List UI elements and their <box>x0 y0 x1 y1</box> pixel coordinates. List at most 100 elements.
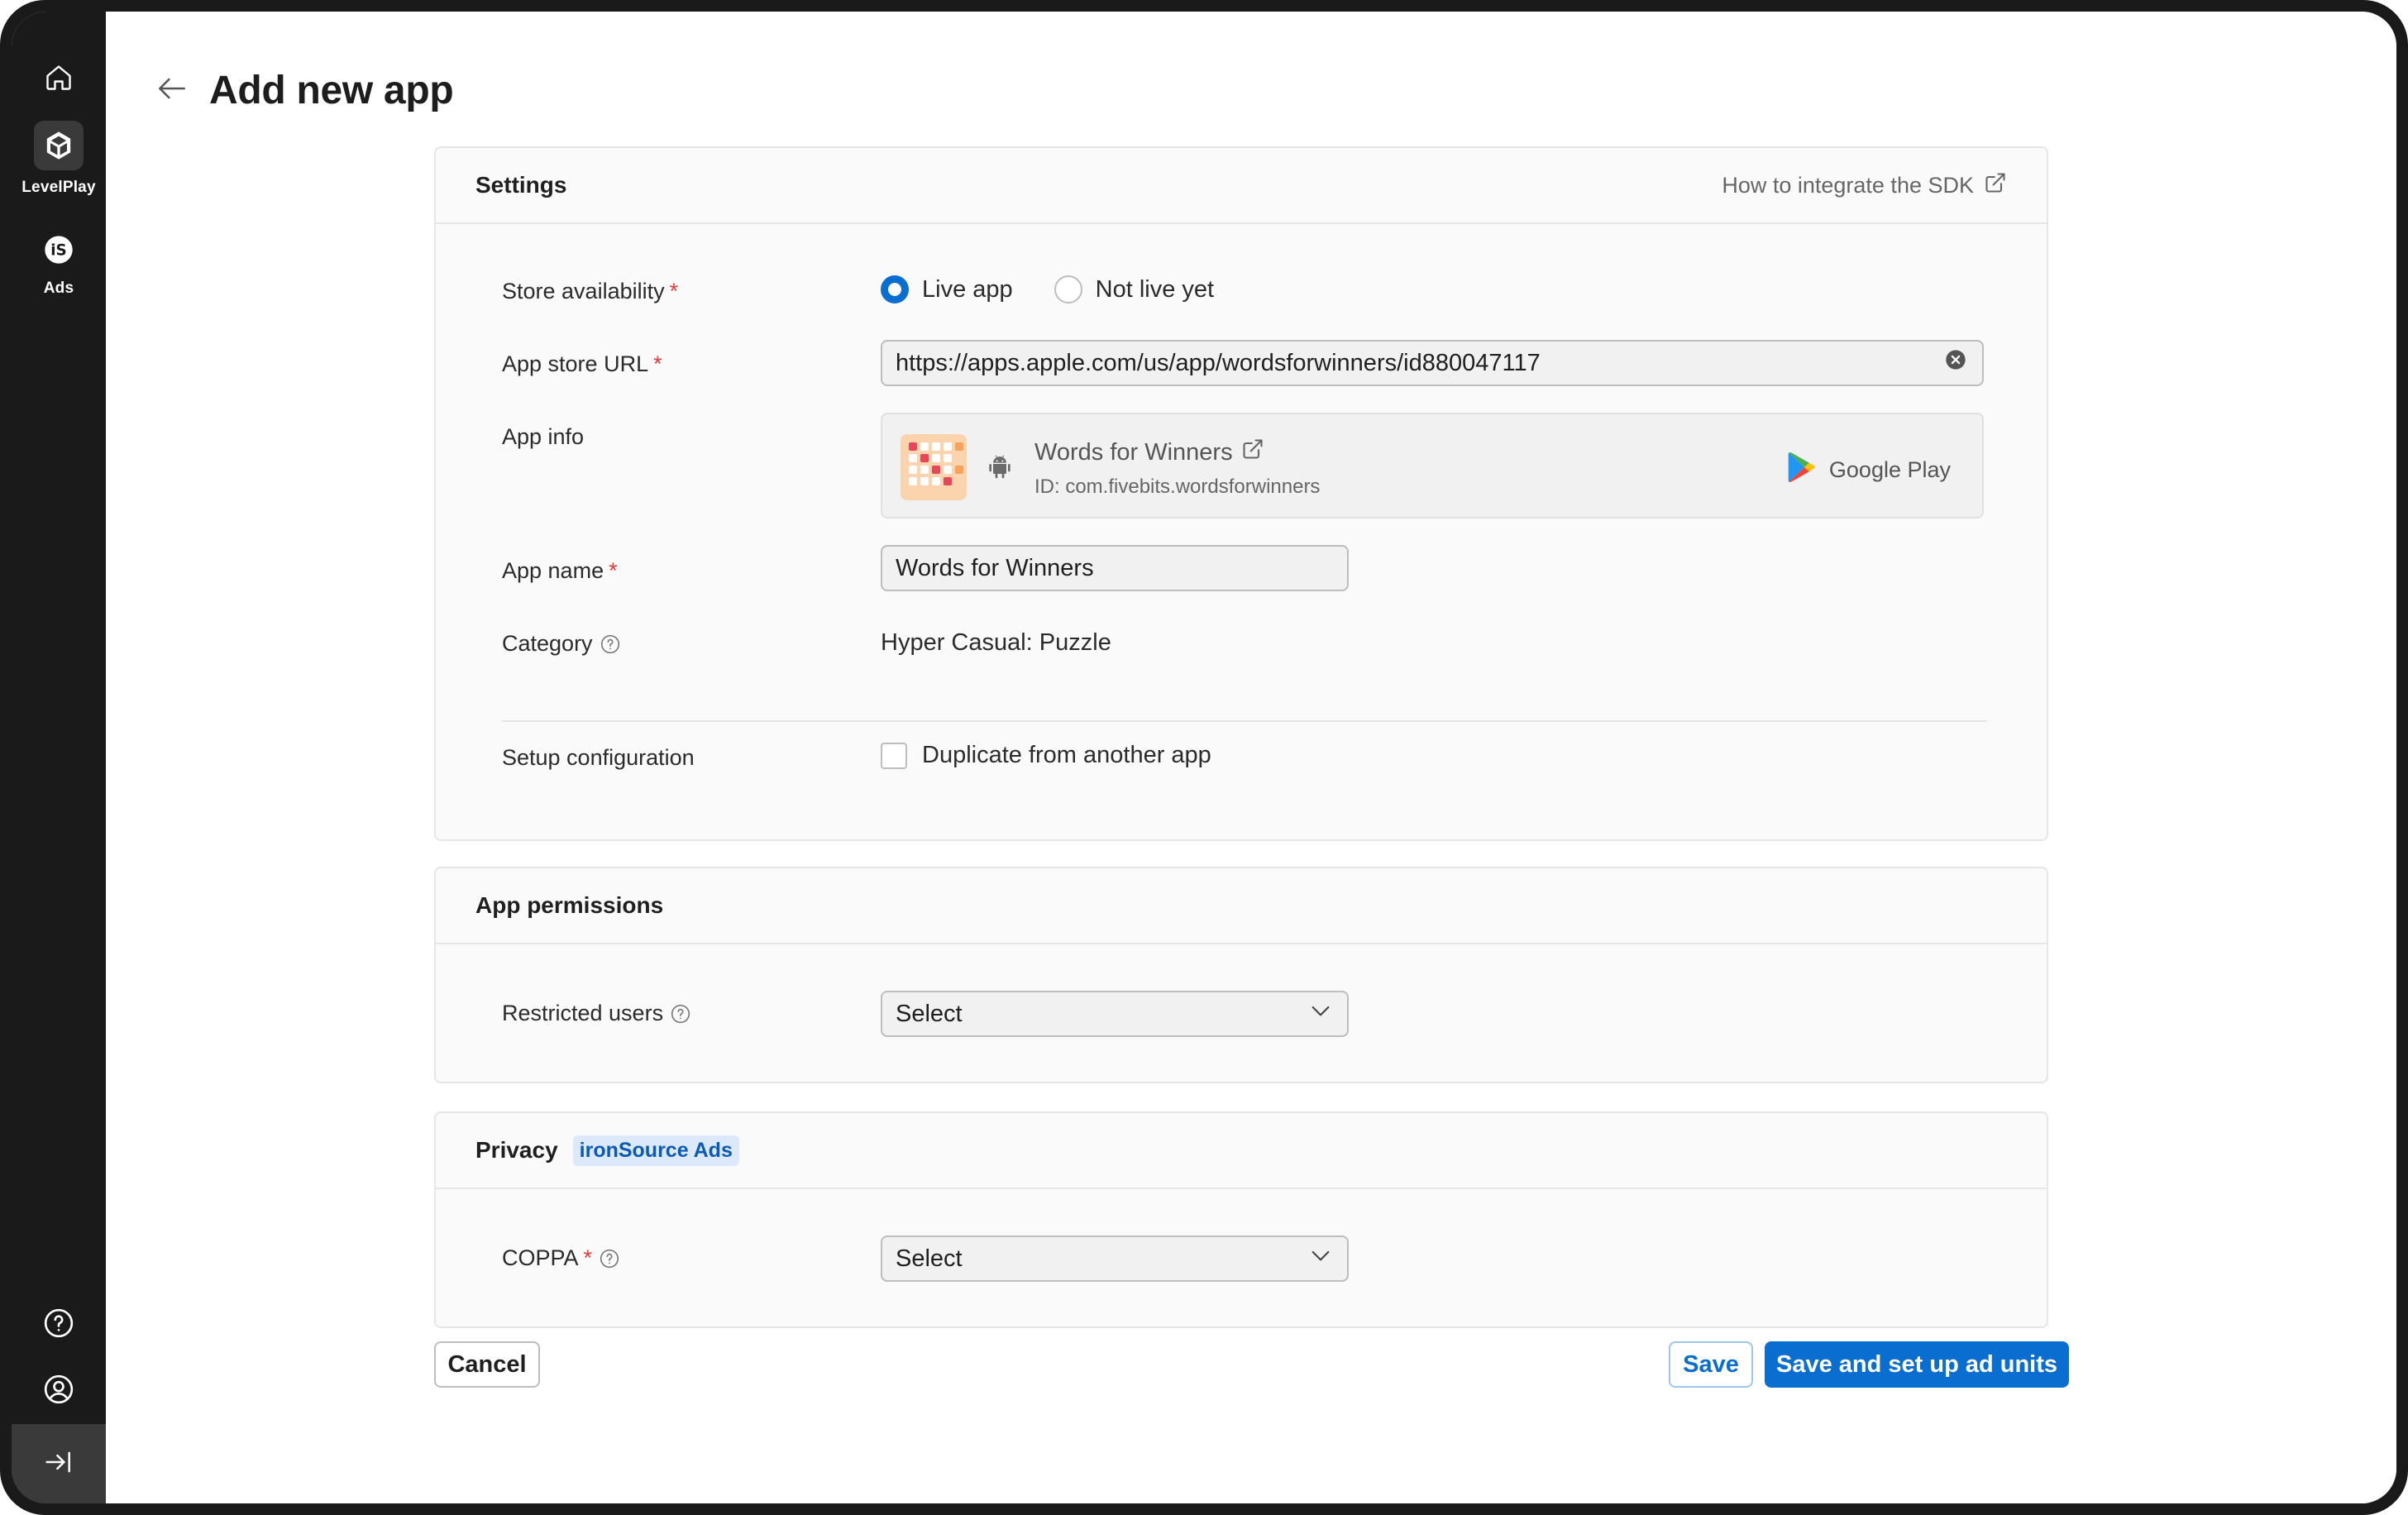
store-availability-radio-group: Live app Not live yet <box>881 275 1255 303</box>
settings-card: Settings How to integrate the SDK Store … <box>434 146 2048 841</box>
label-text: Restricted users <box>502 1001 664 1025</box>
label-text: Store availability <box>502 279 665 303</box>
setup-configuration-field: Duplicate from another app <box>881 742 1211 769</box>
restricted-users-label: Restricted users <box>502 1001 691 1026</box>
svg-text:iS: iS <box>50 242 66 260</box>
app-store-url-input[interactable]: https://apps.apple.com/us/app/wordsforwi… <box>881 340 1984 386</box>
coppa-field: Select <box>881 1235 1349 1282</box>
account-icon <box>34 1364 84 1414</box>
settings-title: Settings <box>475 172 567 198</box>
app-name-field: Words for Winners <box>881 545 1349 591</box>
page-title: Add new app <box>209 69 454 112</box>
app-info-row: App info <box>502 424 584 450</box>
save-button[interactable]: Save <box>1669 1341 1753 1388</box>
sidebar-item-home[interactable] <box>12 53 106 103</box>
app-title-link[interactable]: Words for Winners <box>1034 437 1264 467</box>
checkbox-label: Duplicate from another app <box>922 742 1211 768</box>
input-value: Words for Winners <box>896 554 1094 581</box>
coppa-label: COPPA * <box>502 1245 620 1271</box>
chevron-down-icon <box>1307 1242 1334 1275</box>
question-circle-icon[interactable] <box>599 1248 620 1269</box>
app-name-label: App name * <box>502 558 618 584</box>
unity-icon <box>34 121 84 170</box>
app-store-url-label: App store URL * <box>502 351 662 377</box>
required-marker: * <box>583 1245 593 1270</box>
app-store-url-field: https://apps.apple.com/us/app/wordsforwi… <box>881 340 1984 386</box>
back-button[interactable] <box>151 70 193 112</box>
select-value: Select <box>896 1245 963 1272</box>
sidebar: LevelPlay iS Ads <box>12 12 106 1503</box>
label-text: COPPA <box>502 1245 579 1270</box>
privacy-card-header: Privacy ironSource Ads <box>436 1113 2047 1189</box>
ironsource-icon: iS <box>34 225 84 275</box>
sidebar-item-label: LevelPlay <box>22 179 96 196</box>
app-name-row: App name * <box>502 558 618 584</box>
question-circle-icon[interactable] <box>670 1003 691 1025</box>
radio-live-app[interactable]: Live app <box>881 275 1013 303</box>
main-content: Add new app Settings How to integrate th… <box>106 12 2396 1503</box>
app-title: Words for Winners <box>1034 438 1233 466</box>
category-value: Hyper Casual: Puzzle <box>881 629 1111 656</box>
privacy-title: Privacy <box>475 1137 558 1163</box>
category-label: Category <box>502 631 621 657</box>
duplicate-app-checkbox[interactable]: Duplicate from another app <box>881 742 1211 769</box>
app-permissions-card: App permissions Restricted users Select <box>434 867 2048 1083</box>
radio-label: Live app <box>922 275 1013 303</box>
settings-card-header: Settings How to integrate the SDK <box>436 148 2047 224</box>
sidebar-item-ads[interactable]: iS Ads <box>12 225 106 298</box>
section-divider <box>502 720 1987 722</box>
radio-label: Not live yet <box>1095 275 1215 303</box>
input-value: https://apps.apple.com/us/app/wordsforwi… <box>896 349 1541 376</box>
app-permissions-card-header: App permissions <box>436 868 2047 944</box>
app-name-input[interactable]: Words for Winners <box>881 545 1349 591</box>
external-link-icon <box>1233 437 1264 467</box>
coppa-row: COPPA * <box>502 1245 620 1271</box>
expand-sidebar-icon <box>43 1446 74 1482</box>
page-header: Add new app <box>151 68 454 113</box>
store-availability-row: Store availability * <box>502 279 678 304</box>
restricted-users-field: Select <box>881 991 1349 1037</box>
arrow-left-icon <box>154 70 190 111</box>
restricted-users-select[interactable]: Select <box>881 991 1349 1037</box>
coppa-select[interactable]: Select <box>881 1235 1349 1282</box>
select-value: Select <box>896 1000 963 1027</box>
app-permissions-title: App permissions <box>475 892 664 918</box>
label-text: App name <box>502 558 604 583</box>
required-marker: * <box>669 279 679 303</box>
setup-configuration-label: Setup configuration <box>502 745 695 770</box>
app-icon <box>901 434 967 500</box>
checkbox-box[interactable] <box>881 742 907 769</box>
store-availability-label: Store availability * <box>502 279 678 304</box>
cancel-button[interactable]: Cancel <box>434 1341 540 1388</box>
app-info-card: Words for Winners ID: com.fivebits.words… <box>881 413 1984 519</box>
radio-not-live-yet[interactable]: Not live yet <box>1054 275 1214 303</box>
expand-sidebar-button[interactable] <box>12 1424 106 1503</box>
external-link-icon <box>1974 171 2007 200</box>
home-icon <box>34 53 84 103</box>
save-and-setup-ad-units-button[interactable]: Save and set up ad units <box>1765 1341 2069 1388</box>
help-icon <box>34 1298 84 1348</box>
app-window: LevelPlay iS Ads Add new app Settings Ho… <box>12 12 2396 1503</box>
setup-configuration-row: Setup configuration <box>502 745 695 771</box>
label-text: App store URL <box>502 351 649 376</box>
ironsource-ads-badge: ironSource Ads <box>572 1135 739 1166</box>
question-circle-icon[interactable] <box>600 633 621 655</box>
sidebar-item-account[interactable] <box>12 1364 106 1414</box>
google-play-icon <box>1786 451 1829 490</box>
sidebar-item-help[interactable] <box>12 1298 106 1348</box>
app-info-label: App info <box>502 424 585 449</box>
label-text: Category <box>502 631 593 656</box>
sdk-link-label: How to integrate the SDK <box>1722 172 1974 198</box>
radio-button-checked[interactable] <box>881 275 909 303</box>
restricted-users-row: Restricted users <box>502 1001 691 1026</box>
android-icon <box>987 454 1013 485</box>
device-frame: LevelPlay iS Ads Add new app Settings Ho… <box>0 0 2408 1515</box>
app-store-url-row: App store URL * <box>502 351 662 377</box>
clear-input-icon[interactable] <box>1944 348 1967 378</box>
sidebar-item-levelplay[interactable]: LevelPlay <box>12 121 106 197</box>
radio-button[interactable] <box>1054 275 1082 303</box>
app-info-field: Words for Winners ID: com.fivebits.words… <box>881 413 1984 519</box>
store-name: Google Play <box>1828 457 1951 482</box>
privacy-card: Privacy ironSource Ads COPPA * Select <box>434 1111 2048 1328</box>
sdk-integration-link[interactable]: How to integrate the SDK <box>1722 171 2007 200</box>
